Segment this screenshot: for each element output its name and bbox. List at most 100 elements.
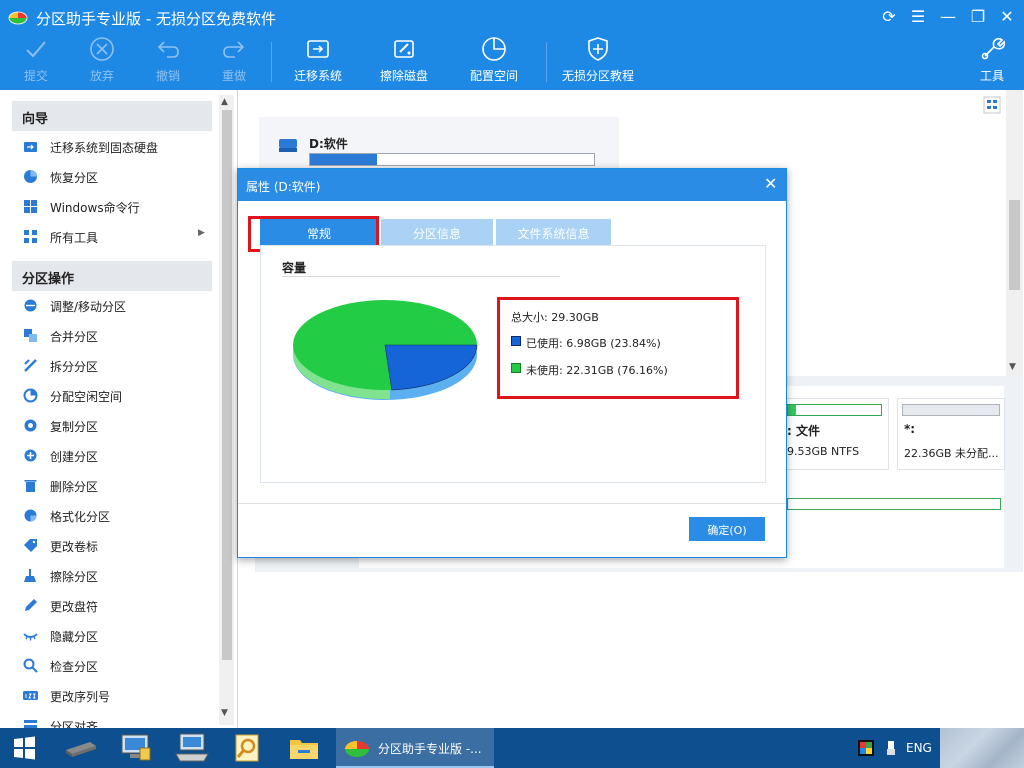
sidebar-item-recover-partition[interactable]: 恢复分区 xyxy=(12,161,212,191)
section-divider xyxy=(282,276,560,277)
wipe-disk-button[interactable]: 擦除磁盘 xyxy=(372,36,436,88)
sidebar-item-label: 创建分区 xyxy=(50,450,99,464)
free-size-text: 未使用: 22.31GB (76.16%) xyxy=(526,364,668,377)
create-icon xyxy=(24,449,37,462)
sidebar-item-hide[interactable]: 隐藏分区 xyxy=(12,620,212,650)
commit-button[interactable]: 提交 xyxy=(14,36,58,88)
menu-icon[interactable]: ☰ xyxy=(907,7,929,27)
usb-tray-icon[interactable] xyxy=(883,740,899,756)
windows-start-icon[interactable] xyxy=(4,732,44,764)
tab-filesystem-info[interactable]: 文件系统信息 xyxy=(496,219,611,245)
computer-network-icon[interactable] xyxy=(116,732,156,764)
view-toggle-icon[interactable] xyxy=(983,96,1001,114)
properties-dialog: 属性 (D:软件) ✕ 常规 分区信息 文件系统信息 容量 总大小: 29.30… xyxy=(237,168,787,558)
hidden-eye-icon xyxy=(23,633,38,641)
broom-icon xyxy=(24,569,36,582)
taskbar-active-app-label: 分区助手专业版 -... xyxy=(378,742,482,756)
dialog-footer-divider xyxy=(238,503,786,504)
sidebar-scrollbar-thumb[interactable] xyxy=(222,110,232,660)
scroll-down-icon[interactable]: ▼ xyxy=(221,708,228,718)
sidebar-item-format[interactable]: 格式化分区 xyxy=(12,500,212,530)
redo-label: 重做 xyxy=(221,69,246,83)
sidebar-item-allocate-free[interactable]: 分配空闲空间 xyxy=(12,380,212,410)
partition-usage-bar xyxy=(309,153,595,166)
sidebar-item-label: 检查分区 xyxy=(50,660,99,674)
taskbar-active-app[interactable]: 分区助手专业版 -... xyxy=(336,728,494,768)
tag-icon xyxy=(24,539,37,552)
app-logo-icon xyxy=(345,741,369,757)
file-explorer-icon[interactable] xyxy=(284,732,324,764)
sidebar-item-label: 擦除分区 xyxy=(50,570,99,584)
sidebar-item-label: 分区对齐 xyxy=(50,720,99,728)
migrate-os-button[interactable]: 迁移系统 xyxy=(286,36,350,88)
ops-section-title: 分区操作 xyxy=(12,261,212,291)
allocate-space-button[interactable]: 配置空间 xyxy=(462,36,526,88)
sidebar-item-label: 更改盘符 xyxy=(50,600,99,614)
sidebar-item-label: Windows命令行 xyxy=(50,201,140,215)
redo-icon xyxy=(223,41,245,58)
app-window: 分区助手专业版 - 无损分区免费软件 ⟳ ☰ — ❐ ✕ 提交 放弃 撤销 重做… xyxy=(0,0,1024,728)
taskbar: 分区助手专业版 -... ENG xyxy=(0,728,1024,768)
grid-icon xyxy=(24,230,37,243)
pie-icon xyxy=(23,388,38,403)
undo-button[interactable]: 撤销 xyxy=(146,36,190,88)
sidebar-item-check[interactable]: 检查分区 xyxy=(12,650,212,680)
color-palette-tray-icon[interactable] xyxy=(858,740,874,756)
sidebar: 向导 迁移系统到固态硬盘 恢复分区 Windows命令行 所有工具 ▶ 分区操作… xyxy=(0,90,238,728)
search-document-icon[interactable] xyxy=(228,732,268,764)
scroll-up-icon[interactable]: ▲ xyxy=(221,97,228,107)
sidebar-item-align[interactable]: 分区对齐 xyxy=(12,710,212,728)
sidebar-item-migrate-ssd[interactable]: 迁移系统到固态硬盘 xyxy=(12,131,212,161)
language-indicator[interactable]: ENG xyxy=(906,741,932,755)
minimize-button[interactable]: — xyxy=(937,7,959,27)
align-icon xyxy=(24,720,37,728)
commit-label: 提交 xyxy=(23,69,48,83)
allocate-space-icon xyxy=(482,37,506,61)
ok-button[interactable]: 确定(O) xyxy=(689,517,765,541)
sidebar-item-split[interactable]: 拆分分区 xyxy=(12,350,212,380)
sidebar-item-label: 合并分区 xyxy=(50,330,99,344)
tutorial-label: 无损分区教程 xyxy=(561,69,634,83)
sidebar-item-label: 更改序列号 xyxy=(50,690,111,704)
shield-icon xyxy=(588,37,608,61)
sidebar-item-delete[interactable]: 删除分区 xyxy=(12,470,212,500)
sidebar-item-resize-move[interactable]: 调整/移动分区 xyxy=(12,290,212,320)
redo-button[interactable]: 重做 xyxy=(212,36,256,88)
hard-disk-icon xyxy=(279,139,297,152)
sidebar-item-copy[interactable]: 复制分区 xyxy=(12,410,212,440)
scroll-down-icon[interactable]: ▼ xyxy=(1009,362,1016,372)
tutorial-button[interactable]: 无损分区教程 xyxy=(558,36,638,88)
sidebar-item-change-label[interactable]: 更改卷标 xyxy=(12,530,212,560)
partition-card-unallocated-bar xyxy=(902,404,1000,416)
migrate-os-label: 迁移系统 xyxy=(293,69,342,83)
partition-card-file-name: : 文件 xyxy=(787,424,820,438)
sidebar-item-change-letter[interactable]: 更改盘符 xyxy=(12,590,212,620)
sidebar-item-create[interactable]: 创建分区 xyxy=(12,440,212,470)
format-icon xyxy=(24,509,37,522)
sidebar-item-all-tools[interactable]: 所有工具 ▶ xyxy=(12,221,212,251)
tab-partition-info[interactable]: 分区信息 xyxy=(381,219,493,245)
dialog-close-icon[interactable]: ✕ xyxy=(764,174,777,193)
sidebar-item-windows-cmd[interactable]: Windows命令行 xyxy=(12,191,212,221)
refresh-icon[interactable]: ⟳ xyxy=(878,7,900,27)
sidebar-item-serial[interactable]: 更改序列号 xyxy=(12,680,212,710)
sidebar-item-merge[interactable]: 合并分区 xyxy=(12,320,212,350)
pie-slice-used xyxy=(384,344,478,391)
keyboard-computer-icon[interactable] xyxy=(172,732,212,764)
sidebar-item-wipe[interactable]: 擦除分区 xyxy=(12,560,212,590)
dialog-title: 属性 (D:软件) xyxy=(246,180,321,194)
migrate-os-icon xyxy=(307,40,329,58)
discard-button[interactable]: 放弃 xyxy=(80,36,124,88)
allocate-space-label: 配置空间 xyxy=(469,69,518,83)
sidebar-item-label: 更改卷标 xyxy=(50,540,99,554)
close-button[interactable]: ✕ xyxy=(996,7,1018,27)
sidebar-item-label: 所有工具 xyxy=(50,231,99,245)
tools-label: 工具 xyxy=(979,69,1004,83)
restore-button[interactable]: ❐ xyxy=(967,7,989,27)
memory-chip-icon[interactable] xyxy=(60,732,100,764)
sidebar-item-label: 隐藏分区 xyxy=(50,630,99,644)
used-size-text: 已使用: 6.98GB (23.84%) xyxy=(526,337,661,350)
tools-button[interactable]: 工具 xyxy=(972,36,1012,88)
main-scrollbar-thumb[interactable] xyxy=(1009,200,1020,290)
partition-card-file-fill xyxy=(788,405,796,415)
